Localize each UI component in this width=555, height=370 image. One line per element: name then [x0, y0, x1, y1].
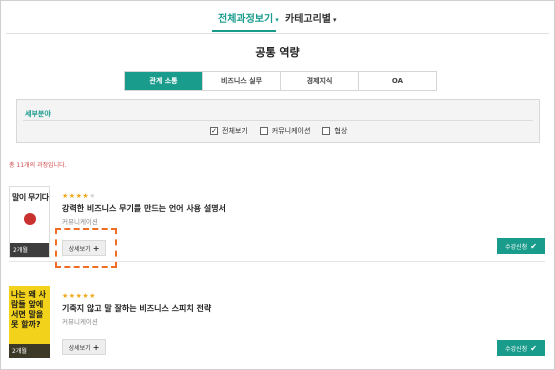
filter-option-communication[interactable]: 커뮤니케이션 — [259, 126, 311, 136]
course-title[interactable]: 강력한 비즈니스 무기를 만드는 언어 사용 설명서 — [62, 203, 226, 214]
course-category: 커뮤니케이션 — [62, 318, 98, 326]
filter-option-label: 협상 — [334, 127, 348, 135]
course-item: 나는 왜 사람들 앞에 서면 말을 못 할까? 2개월 ★★★★★ 기죽지 않고… — [9, 286, 545, 366]
caret-down-icon: ▾ — [275, 16, 279, 24]
thumbnail-title: 나는 왜 사람들 앞에 서면 말을 못 할까? — [11, 290, 47, 329]
filter-option-label: 커뮤니케이션 — [271, 127, 311, 135]
divider — [23, 120, 533, 121]
filter-option-all[interactable]: ✓ 전체보기 — [210, 126, 248, 136]
course-duration: 2개월 — [13, 247, 28, 254]
course-count: 총 11개의 과정입니다. — [9, 162, 67, 169]
check-icon: ✔ — [530, 343, 537, 353]
course-thumbnail[interactable]: 나는 왜 사람들 앞에 서면 말을 못 할까? 2개월 — [9, 286, 50, 358]
divider — [6, 33, 549, 34]
thumbnail-title: 말이 무기다 — [12, 193, 49, 202]
filter-option-label: 전체보기 — [222, 127, 248, 135]
active-tab-underline — [212, 30, 276, 32]
star-rating: ★★★★★ — [62, 192, 96, 200]
caret-down-icon: ▾ — [333, 16, 337, 24]
filter-title: 세부분야 — [25, 110, 51, 118]
category-tabs: 관계 소통 비즈니스 실무 경제지식 OA — [124, 71, 437, 91]
section-title: 공통 역량 — [255, 46, 300, 59]
plus-icon: + — [92, 342, 100, 352]
detail-button[interactable]: 상세보기 + — [62, 339, 106, 355]
star-icon: ★ — [89, 292, 96, 300]
star-icon: ★ — [62, 192, 69, 200]
course-duration: 2개월 — [12, 348, 27, 355]
star-icon: ★ — [68, 192, 76, 200]
tab-all-courses[interactable]: 전체과정보기 ▾ — [218, 10, 279, 25]
checkbox-checked[interactable]: ✓ — [210, 127, 218, 135]
apply-button[interactable]: 수강신청 ✔ — [497, 238, 545, 254]
check-icon: ✔ — [530, 241, 537, 251]
filter-options: ✓ 전체보기 커뮤니케이션 협상 — [210, 126, 347, 136]
course-title[interactable]: 기죽지 않고 말 잘하는 비즈니스 스피치 전략 — [62, 303, 211, 314]
category-tab-relation[interactable]: 관계 소통 — [125, 72, 202, 90]
checkbox[interactable] — [322, 127, 331, 135]
cover-art — [24, 213, 36, 225]
highlight-box — [55, 228, 117, 268]
course-category: 커뮤니케이션 — [62, 218, 98, 226]
filter-panel: 세부분야 ✓ 전체보기 커뮤니케이션 협상 — [16, 99, 540, 143]
filter-option-negotiation[interactable]: 협상 — [322, 126, 347, 136]
category-tab-economy[interactable]: 경제지식 — [280, 72, 358, 90]
star-icon: ★ — [62, 292, 69, 300]
star-rating: ★★★★★ — [62, 292, 96, 300]
category-tab-business[interactable]: 비즈니스 실무 — [202, 72, 280, 90]
star-empty-icon: ★ — [89, 192, 96, 200]
star-icon: ★ — [68, 292, 76, 300]
top-navigation: 전체과정보기 ▾ 카테고리별 ▾ — [0, 10, 555, 34]
apply-button[interactable]: 수강신청 ✔ — [497, 340, 545, 356]
course-thumbnail[interactable]: 말이 무기다 2개월 — [9, 186, 50, 258]
checkbox[interactable] — [259, 127, 268, 135]
category-tab-oa[interactable]: OA — [358, 72, 436, 90]
tab-by-category[interactable]: 카테고리별 ▾ — [285, 10, 337, 25]
